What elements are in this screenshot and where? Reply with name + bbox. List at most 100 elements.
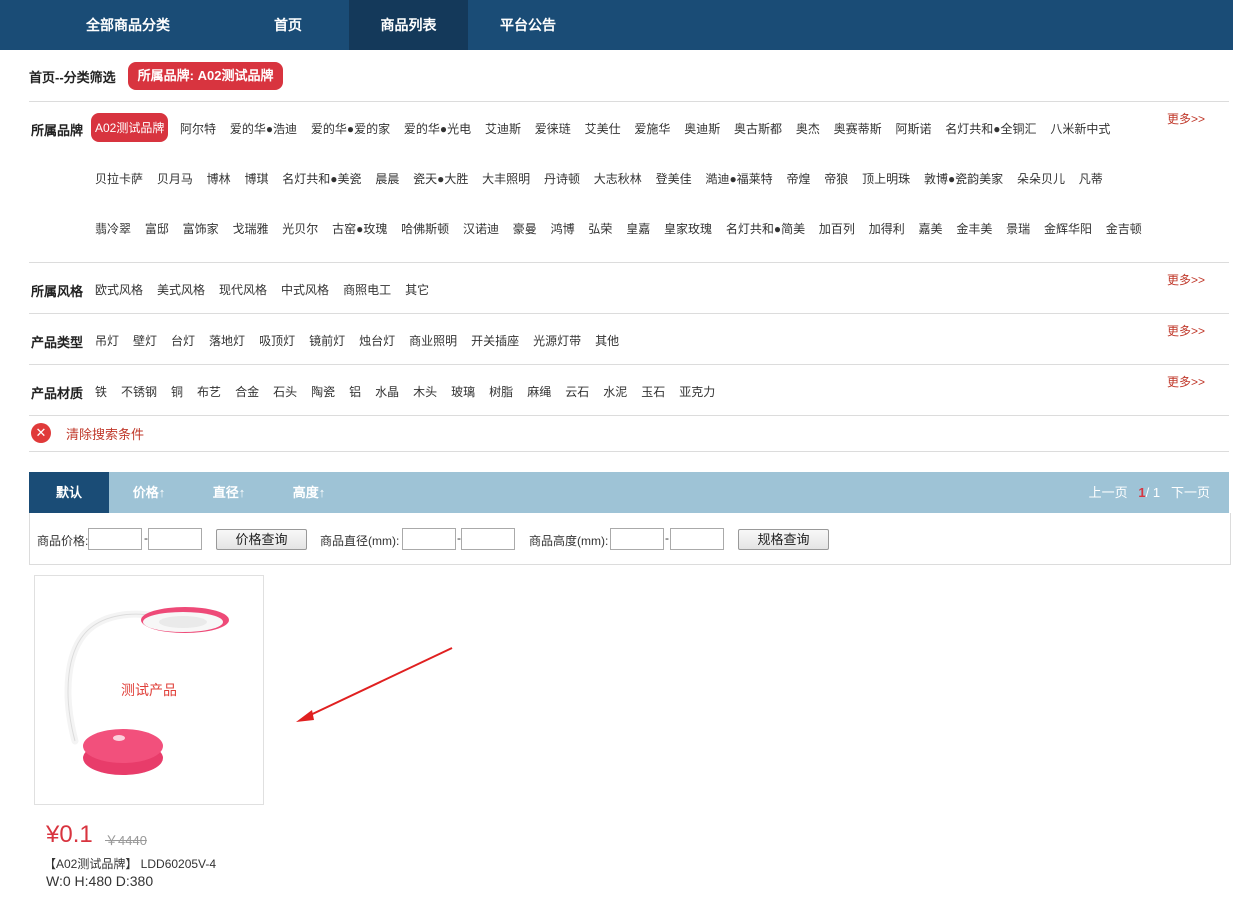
sort-price[interactable]: 价格↑ xyxy=(109,472,189,513)
product-name[interactable]: 【A02测试品牌】 LDD60205V-4 xyxy=(44,855,216,872)
price-min-input[interactable] xyxy=(88,528,142,550)
brand-option[interactable]: 博琪 xyxy=(244,170,268,187)
close-icon[interactable]: ✕ xyxy=(31,423,51,443)
brand-option[interactable]: 艾迪斯 xyxy=(485,120,521,137)
brand-option[interactable]: 贝月马 xyxy=(157,170,193,187)
clear-search-text[interactable]: 清除搜索条件 xyxy=(66,424,144,443)
style-option[interactable]: 美式风格 xyxy=(157,281,205,298)
brand-option[interactable]: 敦博●瓷韵美家 xyxy=(924,170,1003,187)
brand-option[interactable]: 贝拉卡萨 xyxy=(95,170,143,187)
brand-option[interactable]: 八米新中式 xyxy=(1050,120,1110,137)
material-option[interactable]: 亚克力 xyxy=(679,383,715,400)
active-filter-tag[interactable]: 所属品牌: A02测试品牌 xyxy=(127,62,284,90)
brand-option[interactable]: 阿斯诺 xyxy=(895,120,931,137)
brand-option[interactable]: 丹诗顿 xyxy=(544,170,580,187)
height-min-input[interactable] xyxy=(610,528,664,550)
prev-page-link[interactable]: 上一页 xyxy=(1089,485,1128,500)
brand-option[interactable]: 弘荣 xyxy=(588,220,612,237)
brand-option[interactable]: 古窑●玫瑰 xyxy=(332,220,387,237)
brand-option[interactable]: 加得利 xyxy=(869,220,905,237)
brand-option[interactable]: 帝煌 xyxy=(786,170,810,187)
style-option[interactable]: 商照电工 xyxy=(343,281,391,298)
brand-option[interactable]: 晨晨 xyxy=(375,170,399,187)
type-option[interactable]: 开关插座 xyxy=(471,332,519,349)
material-option[interactable]: 玉石 xyxy=(641,383,665,400)
brand-option[interactable]: 爱的华●浩迪 xyxy=(230,120,297,137)
brand-option[interactable]: 金丰美 xyxy=(956,220,992,237)
brand-option[interactable]: 金吉顿 xyxy=(1106,220,1142,237)
brand-option[interactable]: 哈佛斯顿 xyxy=(401,220,449,237)
brand-option[interactable]: 大丰照明 xyxy=(482,170,530,187)
product-card[interactable]: 测试产品 xyxy=(34,575,264,805)
brand-option[interactable]: 朵朵贝儿 xyxy=(1017,170,1065,187)
style-more-link[interactable]: 更多>> xyxy=(1167,271,1205,288)
material-option[interactable]: 陶瓷 xyxy=(311,383,335,400)
brand-more-link[interactable]: 更多>> xyxy=(1167,110,1205,127)
brand-option[interactable]: 登美佳 xyxy=(656,170,692,187)
type-option[interactable]: 吊灯 xyxy=(95,332,119,349)
style-option[interactable]: 其它 xyxy=(405,281,429,298)
material-option[interactable]: 石头 xyxy=(273,383,297,400)
brand-option[interactable]: 鸿博 xyxy=(551,220,575,237)
material-option[interactable]: 树脂 xyxy=(489,383,513,400)
brand-option[interactable]: 汉诺迪 xyxy=(463,220,499,237)
material-option[interactable]: 木头 xyxy=(413,383,437,400)
spec-query-button[interactable]: 规格查询 xyxy=(738,529,829,550)
nav-announcements[interactable]: 平台公告 xyxy=(470,0,586,50)
brand-option[interactable]: 博林 xyxy=(207,170,231,187)
brand-option[interactable]: 爱的华●爱的家 xyxy=(311,120,390,137)
nav-all-categories[interactable]: 全部商品分类 xyxy=(70,0,186,50)
brand-option[interactable]: 顶上明珠 xyxy=(862,170,910,187)
material-option[interactable]: 玻璃 xyxy=(451,383,475,400)
height-max-input[interactable] xyxy=(670,528,724,550)
brand-option[interactable]: 翡冷翠 xyxy=(95,220,131,237)
brand-option[interactable]: 艾美仕 xyxy=(585,120,621,137)
brand-option-selected[interactable]: A02测试品牌 xyxy=(91,113,169,142)
brand-option[interactable]: 奥古斯都 xyxy=(734,120,782,137)
brand-option[interactable]: 阿尔特 xyxy=(180,120,216,137)
brand-option[interactable]: 豪曼 xyxy=(513,220,537,237)
clear-search[interactable]: ✕ 清除搜索条件 xyxy=(31,423,144,443)
brand-option[interactable]: 名灯共和●全铜汇 xyxy=(945,120,1036,137)
brand-option[interactable]: 奥迪斯 xyxy=(684,120,720,137)
brand-option[interactable]: 爱施华 xyxy=(634,120,670,137)
style-option[interactable]: 中式风格 xyxy=(281,281,329,298)
style-option[interactable]: 欧式风格 xyxy=(95,281,143,298)
material-option[interactable]: 水泥 xyxy=(603,383,627,400)
brand-option[interactable]: 景瑞 xyxy=(1006,220,1030,237)
material-option[interactable]: 铁 xyxy=(95,383,107,400)
type-option[interactable]: 吸顶灯 xyxy=(259,332,295,349)
brand-option[interactable]: 皇嘉 xyxy=(626,220,650,237)
material-option[interactable]: 合金 xyxy=(235,383,259,400)
brand-option[interactable]: 名灯共和●美瓷 xyxy=(282,170,361,187)
type-more-link[interactable]: 更多>> xyxy=(1167,322,1205,339)
material-option[interactable]: 云石 xyxy=(565,383,589,400)
type-option[interactable]: 商业照明 xyxy=(409,332,457,349)
sort-diameter[interactable]: 直径↑ xyxy=(189,472,269,513)
material-option[interactable]: 铝 xyxy=(349,383,361,400)
brand-option[interactable]: 大志秋林 xyxy=(594,170,642,187)
brand-option[interactable]: 富饰家 xyxy=(183,220,219,237)
type-option[interactable]: 烛台灯 xyxy=(359,332,395,349)
brand-option[interactable]: 皇家玫瑰 xyxy=(664,220,712,237)
brand-option[interactable]: 名灯共和●简美 xyxy=(726,220,805,237)
brand-option[interactable]: 凡蒂 xyxy=(1079,170,1103,187)
brand-option[interactable]: 奥杰 xyxy=(796,120,820,137)
brand-option[interactable]: 金辉华阳 xyxy=(1044,220,1092,237)
type-option[interactable]: 落地灯 xyxy=(209,332,245,349)
type-option[interactable]: 其他 xyxy=(595,332,619,349)
brand-option[interactable]: 加百列 xyxy=(819,220,855,237)
material-option[interactable]: 不锈钢 xyxy=(121,383,157,400)
sort-default[interactable]: 默认 xyxy=(29,472,109,513)
material-more-link[interactable]: 更多>> xyxy=(1167,373,1205,390)
diameter-min-input[interactable] xyxy=(402,528,456,550)
brand-option[interactable]: 光贝尔 xyxy=(282,220,318,237)
material-option[interactable]: 水晶 xyxy=(375,383,399,400)
brand-option[interactable]: 奥赛蒂斯 xyxy=(834,120,882,137)
material-option[interactable]: 麻绳 xyxy=(527,383,551,400)
brand-option[interactable]: 戈瑞雅 xyxy=(232,220,268,237)
next-page-link[interactable]: 下一页 xyxy=(1171,485,1210,500)
brand-option[interactable]: 爱徕琏 xyxy=(535,120,571,137)
brand-option[interactable]: 嘉美 xyxy=(919,220,943,237)
diameter-max-input[interactable] xyxy=(461,528,515,550)
